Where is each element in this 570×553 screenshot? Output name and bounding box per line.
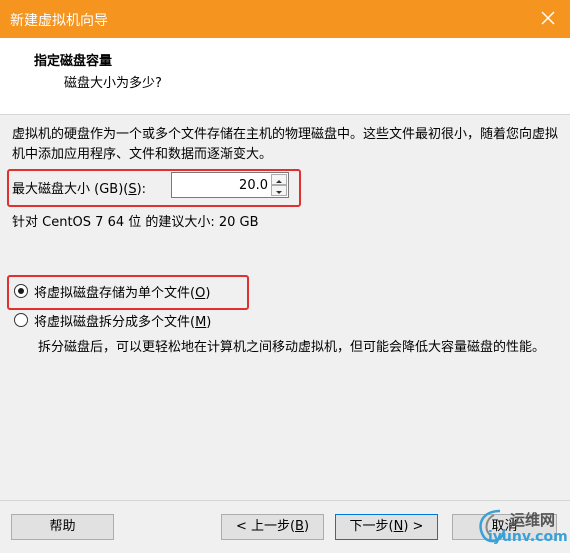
disk-size-label: 最大磁盘大小 (GB)(S): [12, 182, 147, 197]
window-title: 新建虚拟机向导 [10, 13, 108, 29]
radio-single-file-label[interactable]: 将虚拟磁盘存储为单个文件(O) [34, 282, 210, 301]
radio-split-files[interactable] [14, 313, 28, 327]
spin-down-icon [276, 191, 282, 194]
title-bar: 新建虚拟机向导 [0, 0, 570, 38]
radio-split-files-label[interactable]: 将虚拟磁盘拆分成多个文件(M) [34, 311, 211, 330]
help-button[interactable]: 帮助 [11, 514, 114, 540]
recommended-size: 针对 CentOS 7 64 位 的建议大小: 20 GB [12, 215, 259, 230]
split-note: 拆分磁盘后，可以更轻松地在计算机之间移动虚拟机，但可能会降低大容量磁盘的性能。 [38, 340, 546, 355]
disk-size-input[interactable] [174, 175, 268, 195]
disk-size-spinner [171, 172, 289, 198]
wizard-header: 指定磁盘容量 磁盘大小为多少? [0, 38, 570, 115]
spin-down-button[interactable] [271, 185, 287, 196]
close-icon[interactable] [536, 6, 560, 30]
page-subtitle: 磁盘大小为多少? [64, 76, 162, 91]
next-button[interactable]: 下一步(N) > [335, 514, 438, 540]
watermark-url: iyunv.com [488, 529, 568, 545]
spin-up-button[interactable] [271, 174, 287, 185]
page-title: 指定磁盘容量 [34, 54, 113, 69]
back-button[interactable]: < 上一步(B) [221, 514, 324, 540]
watermark: 运维网 iyunv.com [470, 505, 568, 549]
watermark-text: 运维网 [510, 511, 556, 529]
description-text: 虚拟机的硬盘作为一个或多个文件存储在主机的物理磁盘中。这些文件最初很小，随着您向… [12, 127, 559, 162]
radio-single-file[interactable] [14, 284, 28, 298]
